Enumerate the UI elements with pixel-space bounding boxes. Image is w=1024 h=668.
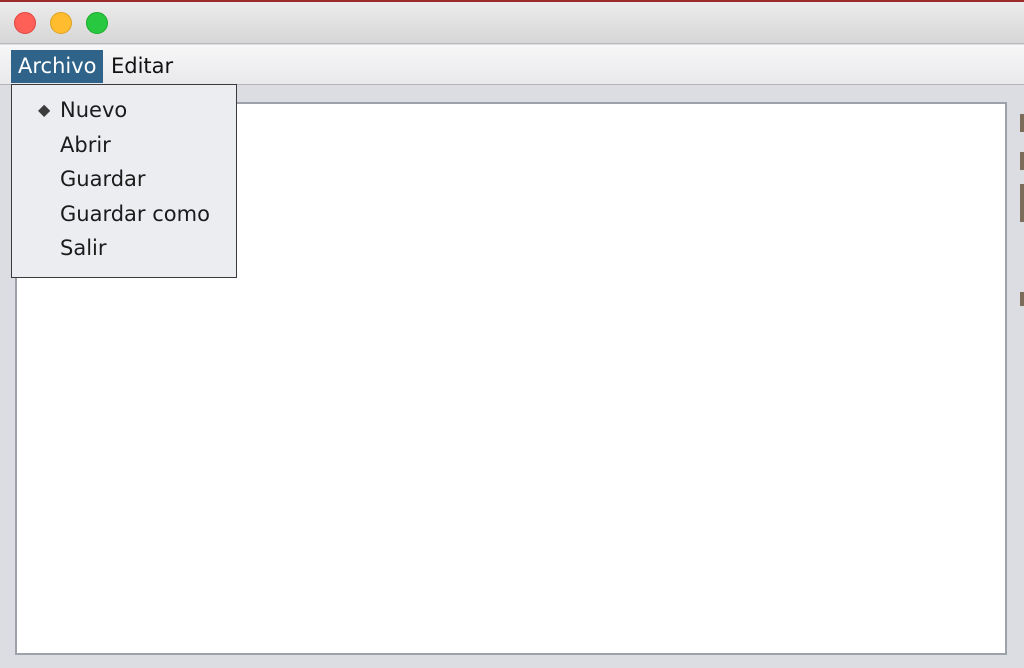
menu-item-label: Nuevo [60,98,128,122]
title-bar[interactable] [0,2,1024,44]
window-edge-artifact [1020,184,1024,222]
menu-item-label: Abrir [60,132,111,157]
window-edge-artifact [1020,292,1024,306]
app-window: Archivo Editar ◆ Nuevo Abrir Guardar Gua… [0,0,1024,668]
close-button[interactable] [14,12,36,34]
menu-editar[interactable]: Editar [104,50,180,83]
menu-item-salir[interactable]: Salir [12,231,236,266]
window-edge-artifact [1020,114,1024,132]
window-edge-artifact [1020,152,1024,170]
menu-item-label: Guardar [60,167,146,191]
archivo-dropdown-menu: ◆ Nuevo Abrir Guardar Guardar como Salir [11,84,237,278]
menu-item-nuevo[interactable]: ◆ Nuevo [12,93,236,128]
menu-archivo[interactable]: Archivo [11,50,103,83]
menu-bar: Archivo Editar [0,45,1024,85]
menu-item-guardar-como[interactable]: Guardar como [12,197,236,232]
menu-item-abrir[interactable]: Abrir [12,128,236,163]
menu-item-label: Salir [60,236,107,260]
minimize-button[interactable] [50,12,72,34]
maximize-button[interactable] [86,12,108,34]
menu-item-guardar[interactable]: Guardar [12,162,236,197]
menu-item-label: Guardar como [60,201,210,226]
selected-diamond-icon: ◆ [38,100,51,119]
